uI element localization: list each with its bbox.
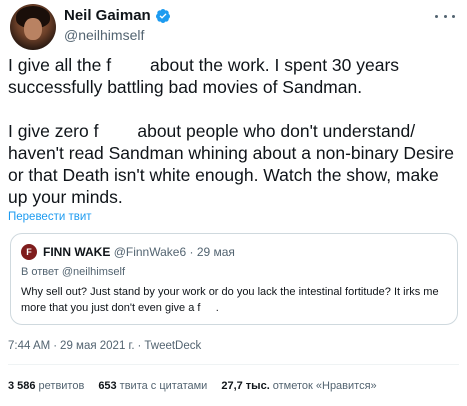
tweet-header: Neil Gaiman @neilhimself (8, 4, 459, 50)
retweets-count: 3 586 (8, 380, 36, 392)
quoted-tweet-text: Why sell out? Just stand by your work or… (21, 286, 442, 314)
quotes-count: 653 (98, 380, 117, 392)
timestamp-separator: · (137, 340, 142, 352)
author-handle[interactable]: @neilhimself (64, 27, 144, 43)
quoted-author-name: FINN WAKE (43, 245, 111, 259)
translate-tweet-link[interactable]: Перевести твит (8, 211, 92, 223)
retweets-label: ретвитов (38, 380, 85, 392)
quoted-reply-prefix: В ответ (21, 266, 59, 278)
tweet-timestamp: 7:44 AM · 29 мая 2021 г. · TweetDeck (8, 340, 201, 352)
tweet: Neil Gaiman @neilhimself I give all the … (0, 0, 467, 406)
author-display-name[interactable]: Neil Gaiman (64, 7, 151, 24)
stats-divider (8, 364, 459, 365)
tweet-date[interactable]: 29 мая 2021 г. (60, 340, 134, 352)
quotes-label: твита с цитатами (119, 380, 208, 392)
avatar-face (24, 18, 42, 40)
quoted-tweet-date: 29 мая (196, 245, 235, 259)
quoted-tweet-header: FINN WAKE @FinnWake6 · 29 мая (43, 245, 235, 259)
more-dot (452, 14, 455, 18)
tweet-text-paragraph-2: I give zero f about people who don't und… (8, 121, 459, 207)
retweets-stat[interactable]: 3 586 ретвитов (8, 380, 84, 392)
quotes-stat[interactable]: 653 твита с цитатами (98, 380, 207, 392)
timestamp-separator: · (53, 340, 58, 352)
tweet-time[interactable]: 7:44 AM (8, 340, 50, 352)
quoted-tweet[interactable]: F FINN WAKE @FinnWake6 · 29 мая В ответ … (10, 233, 458, 325)
quoted-author-avatar: F (21, 244, 37, 260)
author-name-row: Neil Gaiman (64, 7, 171, 24)
tweet-stats: 3 586 ретвитов 653 твита с цитатами 27,7 т… (8, 380, 377, 392)
more-options-icon[interactable] (435, 10, 455, 22)
more-dot (443, 14, 447, 18)
tweet-source[interactable]: TweetDeck (144, 340, 201, 352)
likes-count: 27,7 тыс. (221, 380, 270, 392)
tweet-text-paragraph-1: I give all the f about the work. I spent… (8, 55, 404, 97)
quoted-meta-separator: · (189, 245, 194, 259)
likes-stat[interactable]: 27,7 тыс. отметок «Нравится» (221, 380, 376, 392)
verified-badge-icon (155, 8, 171, 24)
author-avatar[interactable] (10, 4, 56, 50)
likes-label: отметок «Нравится» (272, 380, 377, 392)
more-dot (435, 14, 438, 18)
quoted-reply-context: В ответ @neilhimself (21, 266, 125, 278)
quoted-reply-handle: @neilhimself (61, 266, 126, 278)
quoted-author-handle: @FinnWake6 (113, 245, 187, 259)
